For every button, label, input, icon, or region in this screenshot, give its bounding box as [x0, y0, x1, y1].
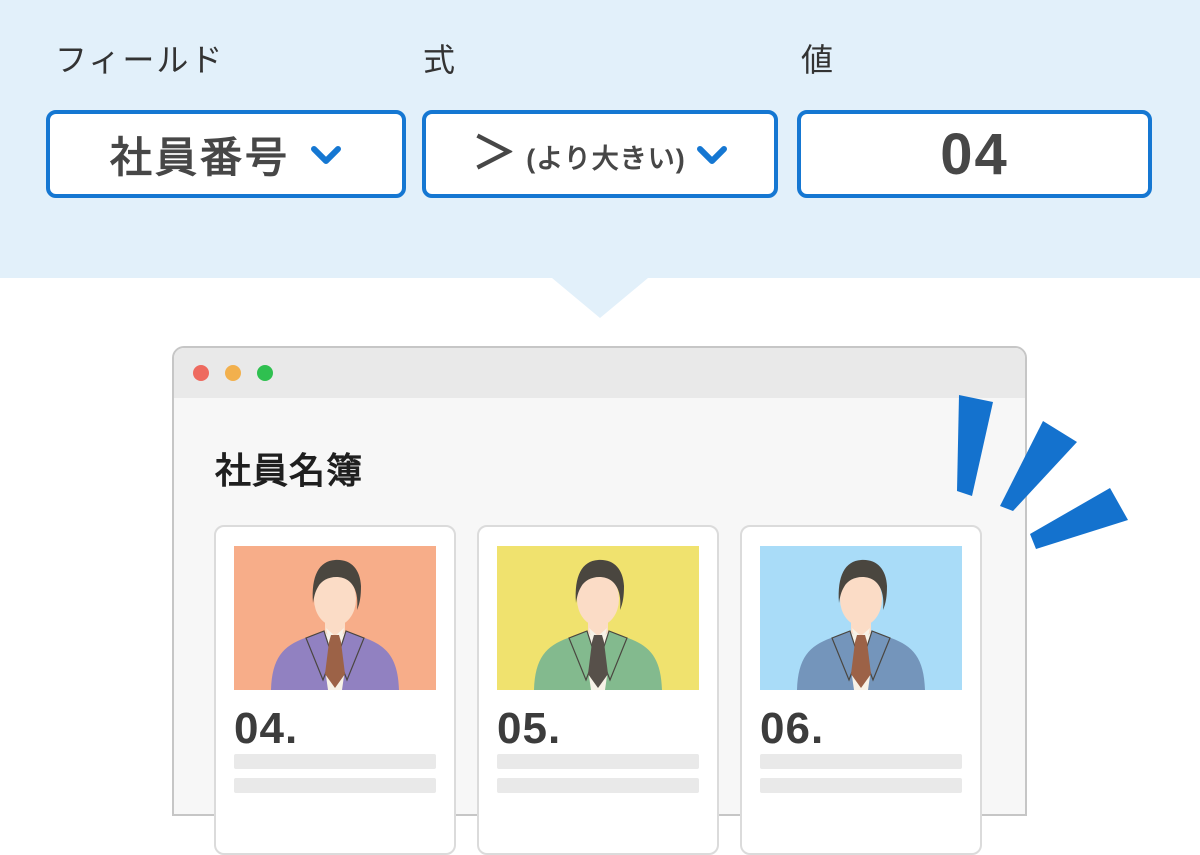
value-input-text: 04	[940, 121, 1009, 188]
text-placeholder-bar	[234, 778, 436, 793]
employee-card[interactable]: 05.	[477, 525, 719, 855]
text-placeholder-bar	[497, 778, 699, 793]
field-selected-value: 社員番号	[110, 124, 290, 185]
employee-number: 06.	[760, 707, 962, 751]
page-title: 社員名簿	[215, 453, 363, 489]
tie	[592, 635, 604, 642]
minimize-button[interactable]	[225, 365, 241, 381]
employee-number: 05.	[497, 707, 699, 751]
traffic-lights	[193, 365, 275, 381]
chevron-down-icon	[696, 145, 728, 167]
operator-symbol: ＞	[472, 132, 516, 176]
field-label: フィールド	[55, 42, 224, 79]
operator-label: 式	[423, 42, 457, 79]
banner-pointer-arrow	[552, 278, 648, 318]
employee-card[interactable]: 06.	[740, 525, 982, 855]
employee-photo	[234, 546, 436, 690]
employee-photo	[497, 546, 699, 690]
text-placeholder-bar	[760, 778, 962, 793]
tie	[329, 635, 341, 642]
chevron-down-icon	[310, 145, 342, 167]
value-input[interactable]: 04	[797, 110, 1152, 198]
close-button[interactable]	[193, 365, 209, 381]
employee-photo	[760, 546, 962, 690]
value-label: 値	[801, 42, 835, 79]
field-select[interactable]: 社員番号	[46, 110, 406, 198]
maximize-button[interactable]	[257, 365, 273, 381]
chevron-stroke	[700, 149, 724, 161]
browser-window: 社員名簿 04.	[172, 346, 1027, 816]
operator-note: (より大きい)	[526, 133, 685, 176]
text-placeholder-bar	[760, 754, 962, 769]
operator-select[interactable]: ＞ (より大きい)	[422, 110, 778, 198]
employee-number: 04.	[234, 707, 436, 751]
browser-titlebar	[174, 348, 1025, 398]
emphasis-marks-icon	[950, 388, 1135, 556]
tie	[855, 635, 867, 642]
employee-card[interactable]: 04.	[214, 525, 456, 855]
text-placeholder-bar	[234, 754, 436, 769]
employee-card-list: 04. 05.	[214, 525, 982, 855]
text-placeholder-bar	[497, 754, 699, 769]
chevron-stroke	[314, 149, 338, 161]
